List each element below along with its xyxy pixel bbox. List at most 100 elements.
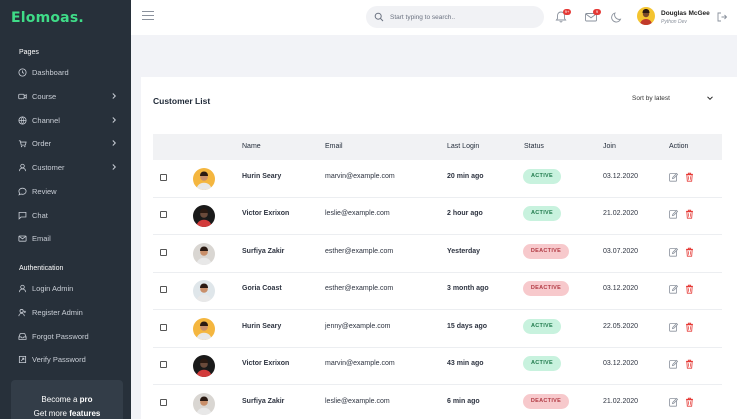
chevron-down-icon xyxy=(707,96,713,101)
edit-icon[interactable] xyxy=(669,284,678,294)
pages-section-title: Pages xyxy=(19,49,39,56)
sidebar: Elomoas. Pages Dashboard Course Channel … xyxy=(0,0,131,419)
customer-email: jenny@example.com xyxy=(325,323,391,330)
logout-icon[interactable] xyxy=(716,11,728,23)
arrow-up-right-icon xyxy=(17,354,27,364)
inbox-icon xyxy=(17,331,27,341)
customer-avatar xyxy=(193,205,215,227)
column-header-name[interactable]: Name xyxy=(242,143,261,150)
sidebar-item-dashboard[interactable]: Dashboard xyxy=(0,63,131,81)
sidebar-item-login-admin[interactable]: Login Admin xyxy=(0,279,131,297)
sidebar-item-verify-password[interactable]: Verify Password xyxy=(0,350,131,368)
row-checkbox[interactable] xyxy=(160,249,167,256)
delete-icon[interactable] xyxy=(685,209,694,219)
edit-icon[interactable] xyxy=(669,322,678,332)
cart-icon xyxy=(17,138,27,148)
column-header-email[interactable]: Email xyxy=(325,143,343,150)
column-header-status[interactable]: Status xyxy=(524,143,544,150)
app-logo[interactable]: Elomoas. xyxy=(11,10,84,26)
row-checkbox[interactable] xyxy=(160,174,167,181)
customer-join-date: 03.12.2020 xyxy=(603,173,639,180)
sidebar-item-label: Email xyxy=(32,233,51,243)
customer-avatar xyxy=(193,280,215,302)
sort-label: Sort by latest xyxy=(632,94,670,102)
sidebar-item-customer[interactable]: Customer xyxy=(0,158,131,176)
customer-join-date: 03.12.2020 xyxy=(603,360,639,367)
sidebar-item-label: Register Admin xyxy=(32,307,83,317)
customer-join-date: 03.07.2020 xyxy=(603,248,639,255)
search-bar xyxy=(366,6,544,28)
customer-last-login: 2 hour ago xyxy=(447,210,483,217)
status-badge: DEACTIVE xyxy=(523,394,569,409)
chevron-right-icon xyxy=(112,93,117,99)
globe-icon xyxy=(17,115,27,125)
delete-icon[interactable] xyxy=(685,397,694,407)
delete-icon[interactable] xyxy=(685,247,694,257)
table-header: Name Email Last Login Status Join Action xyxy=(153,134,722,160)
delete-icon[interactable] xyxy=(685,284,694,294)
promo-line2-bold: features xyxy=(69,409,101,418)
message-square-icon xyxy=(17,210,27,220)
customer-join-date: 03.12.2020 xyxy=(603,285,639,292)
delete-icon[interactable] xyxy=(685,359,694,369)
status-badge: ACTIVE xyxy=(523,169,561,184)
table-row[interactable]: Victor Exrixon leslie@example.com 2 hour… xyxy=(153,198,722,235)
customer-last-login: 6 min ago xyxy=(447,398,480,405)
edit-icon[interactable] xyxy=(669,359,678,369)
status-badge: DEACTIVE xyxy=(523,281,569,296)
upgrade-promo[interactable]: Become a pro Get more features xyxy=(11,380,123,419)
row-checkbox[interactable] xyxy=(160,361,167,368)
table-row[interactable]: Hurin Seary jenny@example.com 15 days ag… xyxy=(153,311,722,348)
customer-name: Hurin Seary xyxy=(242,173,282,180)
sidebar-item-label: Verify Password xyxy=(32,354,86,364)
table-row[interactable]: Surfiya Zakir esther@example.com Yesterd… xyxy=(153,236,722,273)
customer-avatar xyxy=(193,393,215,415)
row-checkbox[interactable] xyxy=(160,211,167,218)
column-header-last-login[interactable]: Last Login xyxy=(447,143,479,150)
delete-icon[interactable] xyxy=(685,172,694,182)
table-row[interactable]: Goria Coast esther@example.com 3 month a… xyxy=(153,273,722,310)
row-checkbox[interactable] xyxy=(160,286,167,293)
page-title: Customer List xyxy=(153,96,211,106)
sidebar-item-review[interactable]: Review xyxy=(0,182,131,200)
edit-icon[interactable] xyxy=(669,209,678,219)
customer-name: Goria Coast xyxy=(242,285,282,292)
row-checkbox[interactable] xyxy=(160,324,167,331)
table-row[interactable]: Surfiya Zakir leslie@example.com 6 min a… xyxy=(153,386,722,419)
column-header-action: Action xyxy=(669,143,689,150)
user-avatar[interactable] xyxy=(637,7,655,25)
notification-count-badge: 9+ xyxy=(563,9,571,15)
edit-icon[interactable] xyxy=(669,397,678,407)
customer-join-date: 21.02.2020 xyxy=(603,210,639,217)
menu-toggle-icon[interactable] xyxy=(142,11,154,21)
customer-email: esther@example.com xyxy=(325,248,394,255)
customer-email: marvin@example.com xyxy=(325,173,395,180)
customer-name: Victor Exrixon xyxy=(242,360,290,367)
customer-email: leslie@example.com xyxy=(325,210,390,217)
sidebar-item-email[interactable]: Email xyxy=(0,229,131,247)
search-input[interactable] xyxy=(390,13,530,21)
customer-last-login: 43 min ago xyxy=(447,360,484,367)
sidebar-item-order[interactable]: Order xyxy=(0,134,131,152)
sidebar-item-register-admin[interactable]: Register Admin xyxy=(0,303,131,321)
sort-select[interactable]: Sort by latest xyxy=(632,94,714,102)
status-badge: ACTIVE xyxy=(523,206,561,221)
status-badge: ACTIVE xyxy=(523,319,561,334)
user-plus-icon xyxy=(17,307,27,317)
video-icon xyxy=(17,91,27,101)
sidebar-item-forgot-password[interactable]: Forgot Password xyxy=(0,327,131,345)
sidebar-item-course[interactable]: Course xyxy=(0,87,131,105)
edit-icon[interactable] xyxy=(669,172,678,182)
customer-join-date: 22.05.2020 xyxy=(603,323,639,330)
table-row[interactable]: Hurin Seary marvin@example.com 20 min ag… xyxy=(153,161,722,198)
delete-icon[interactable] xyxy=(685,322,694,332)
column-header-join[interactable]: Join xyxy=(603,143,616,150)
row-checkbox[interactable] xyxy=(160,399,167,406)
edit-icon[interactable] xyxy=(669,247,678,257)
customer-avatar xyxy=(193,355,215,377)
moon-icon[interactable] xyxy=(610,10,624,24)
table-row[interactable]: Victor Exrixon marvin@example.com 43 min… xyxy=(153,348,722,385)
user-name: Douglas McGee xyxy=(661,10,710,17)
sidebar-item-channel[interactable]: Channel xyxy=(0,111,131,129)
sidebar-item-chat[interactable]: Chat xyxy=(0,206,131,224)
